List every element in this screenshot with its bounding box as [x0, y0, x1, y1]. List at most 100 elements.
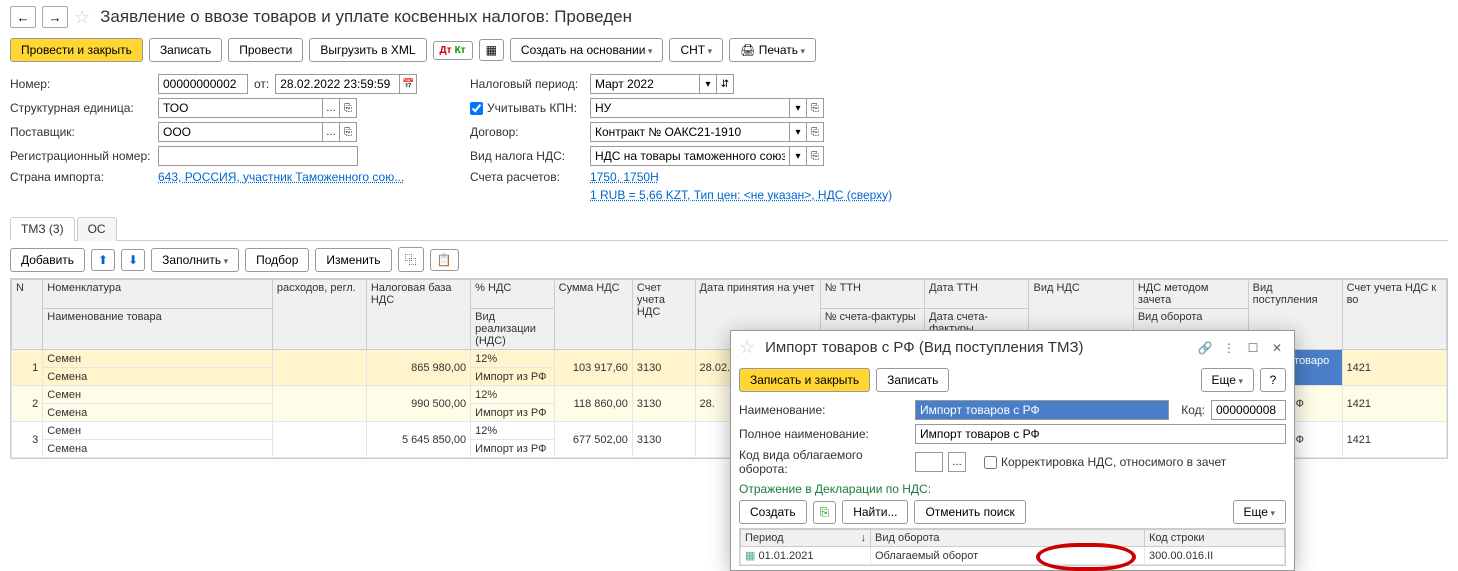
number-input[interactable] [158, 74, 248, 94]
popup-create-button[interactable]: Создать [739, 500, 807, 524]
forward-button[interactable]: → [42, 6, 68, 28]
popup-save-close-button[interactable]: Записать и закрыть [739, 368, 870, 392]
rate-link[interactable]: 1 RUB = 5,66 KZT, Тип цен: <не указан>, … [590, 188, 892, 202]
struct-unit-input[interactable] [158, 98, 323, 118]
tabs: ТМЗ (3) ОС [10, 216, 1448, 241]
struct-unit-select[interactable]: … [322, 98, 340, 118]
popup-grid-row[interactable]: ▦ 01.01.2021 Облагаемый оборот 300.00.01… [741, 547, 1285, 565]
vat-type-dropdown[interactable]: ▾ [789, 146, 807, 166]
col-ttn-date[interactable]: Дата ТТН [925, 280, 1029, 309]
popup-section-title: Отражение в Декларации по НДС: [739, 482, 1286, 496]
page-title: Заявление о ввозе товаров и уплате косве… [100, 7, 632, 27]
col-vat-sum[interactable]: Сумма НДС [554, 280, 632, 350]
vat-type-label: Вид налога НДС: [470, 149, 590, 163]
kpn-check[interactable] [470, 102, 483, 115]
col-expenses[interactable]: расходов, регл. [272, 280, 366, 350]
add-row-button[interactable]: Добавить [10, 248, 85, 272]
col-ttn-no[interactable]: № ТТН [820, 280, 924, 309]
back-button[interactable]: ← [10, 6, 36, 28]
popup-col-period[interactable]: Период ↓ [741, 530, 871, 547]
edit-button[interactable]: Изменить [315, 248, 391, 272]
title-bar: ← → ☆ Заявление о ввозе товаров и уплате… [0, 0, 1458, 34]
col-realiz[interactable]: Вид реализации (НДС) [471, 309, 554, 350]
popup-help-button[interactable]: ? [1260, 368, 1286, 392]
contract-input[interactable] [590, 122, 790, 142]
popup-turnover-code-input[interactable] [915, 452, 943, 472]
struct-unit-open[interactable]: ⎘ [339, 98, 357, 118]
struct-unit-label: Структурная единица: [10, 101, 158, 115]
fill-button[interactable]: Заполнить [151, 248, 239, 272]
popup-link-icon[interactable]: 🔗 [1196, 339, 1214, 357]
popup-more-icon[interactable]: ⋮ [1220, 339, 1238, 357]
supplier-open[interactable]: ⎘ [339, 122, 357, 142]
print-button[interactable]: 🖨 Печать [729, 38, 816, 62]
snt-button[interactable]: СНТ [669, 38, 723, 62]
col-vat-pct[interactable]: % НДС [471, 280, 554, 309]
col-nomenclature2[interactable]: Наименование товара [43, 309, 273, 350]
popup-toolbar: Записать и закрыть Записать Еще ? [731, 364, 1294, 396]
favorite-icon[interactable]: ☆ [74, 7, 90, 28]
popup-correction-checkbox[interactable]: Корректировка НДС, относимого в зачет [984, 455, 1226, 469]
save-button[interactable]: Записать [149, 38, 222, 62]
nu-open[interactable]: ⎘ [806, 98, 824, 118]
popup-copy-button[interactable]: ⎘ [813, 501, 837, 524]
export-xml-button[interactable]: Выгрузить в XML [309, 38, 426, 62]
supplier-input[interactable] [158, 122, 323, 142]
date-input[interactable] [275, 74, 400, 94]
popup-more-button[interactable]: Еще [1201, 368, 1254, 392]
popup-maximize-icon[interactable]: ☐ [1244, 339, 1262, 357]
tax-period-input[interactable] [590, 74, 700, 94]
popup-close-icon[interactable]: ✕ [1268, 339, 1286, 357]
popup-col-rowcode[interactable]: Код строки [1145, 530, 1285, 547]
vat-type-open[interactable]: ⎘ [806, 146, 824, 166]
popup-favorite-icon[interactable]: ☆ [739, 337, 755, 358]
popup-header: ☆ Импорт товаров с РФ (Вид поступления Т… [731, 331, 1294, 364]
paste-button[interactable]: 📋 [430, 249, 459, 271]
popup-col-turnover[interactable]: Вид оборота [871, 530, 1145, 547]
popup-name-input[interactable] [915, 400, 1169, 420]
move-down-button[interactable]: ⬇ [121, 249, 145, 271]
popup-name-label: Наименование: [739, 403, 909, 417]
tab-tmz[interactable]: ТМЗ (3) [10, 217, 75, 241]
popup-fullname-label: Полное наименование: [739, 427, 909, 441]
popup-find-button[interactable]: Найти... [842, 500, 908, 524]
nu-input[interactable] [590, 98, 790, 118]
reg-number-input[interactable] [158, 146, 358, 166]
pick-button[interactable]: Подбор [245, 248, 309, 272]
tab-os[interactable]: ОС [77, 217, 117, 241]
col-tax-base[interactable]: Налоговая база НДС [366, 280, 470, 350]
popup-code-input[interactable] [1211, 400, 1286, 420]
popup-cancel-search-button[interactable]: Отменить поиск [914, 500, 1025, 524]
dtkt-button[interactable]: ДтКт [433, 41, 473, 60]
consider-kpn-checkbox[interactable]: Учитывать КПН: [470, 101, 590, 115]
structure-button[interactable]: ▦ [479, 39, 504, 61]
create-based-button[interactable]: Создать на основании [510, 38, 664, 62]
move-up-button[interactable]: ⬆ [91, 249, 115, 271]
popup-fullname-input[interactable] [915, 424, 1286, 444]
tax-period-dropdown[interactable]: ▾ [699, 74, 717, 94]
supplier-select[interactable]: … [322, 122, 340, 142]
accounts-label: Счета расчетов: [470, 170, 590, 184]
contract-dropdown[interactable]: ▾ [789, 122, 807, 142]
post-button[interactable]: Провести [228, 38, 303, 62]
nu-dropdown[interactable]: ▾ [789, 98, 807, 118]
vat-type-input[interactable] [590, 146, 790, 166]
popup-turnover-code-select[interactable]: … [948, 452, 966, 472]
post-and-close-button[interactable]: Провести и закрыть [10, 38, 143, 62]
col-nomenclature[interactable]: Номенклатура [43, 280, 273, 309]
popup-save-button[interactable]: Записать [876, 368, 949, 392]
popup-grid-more-button[interactable]: Еще [1233, 500, 1286, 524]
tax-period-stepper[interactable]: ⇵ [716, 74, 734, 94]
col-vat-acct[interactable]: Счет учета НДС [632, 280, 695, 350]
accounts-link[interactable]: 1750, 1750Н [590, 170, 659, 184]
col-vat-method[interactable]: НДС методом зачета [1133, 280, 1248, 309]
col-n[interactable]: N [12, 280, 43, 350]
copy-button[interactable]: ⿻ [398, 247, 424, 272]
col-vat-acct2[interactable]: Счет учета НДС к во [1342, 280, 1446, 350]
popup-grid[interactable]: Период ↓ Вид оборота Код строки ▦ 01.01.… [739, 528, 1286, 566]
contract-open[interactable]: ⎘ [806, 122, 824, 142]
import-country-link[interactable]: 643, РОССИЯ, участник Таможенного сою... [158, 170, 404, 184]
calendar-button[interactable]: 📅 [399, 74, 417, 94]
form-area: Номер: от: 📅 Налоговый период: ▾ ⇵ Струк… [0, 72, 1458, 208]
number-label: Номер: [10, 77, 158, 91]
